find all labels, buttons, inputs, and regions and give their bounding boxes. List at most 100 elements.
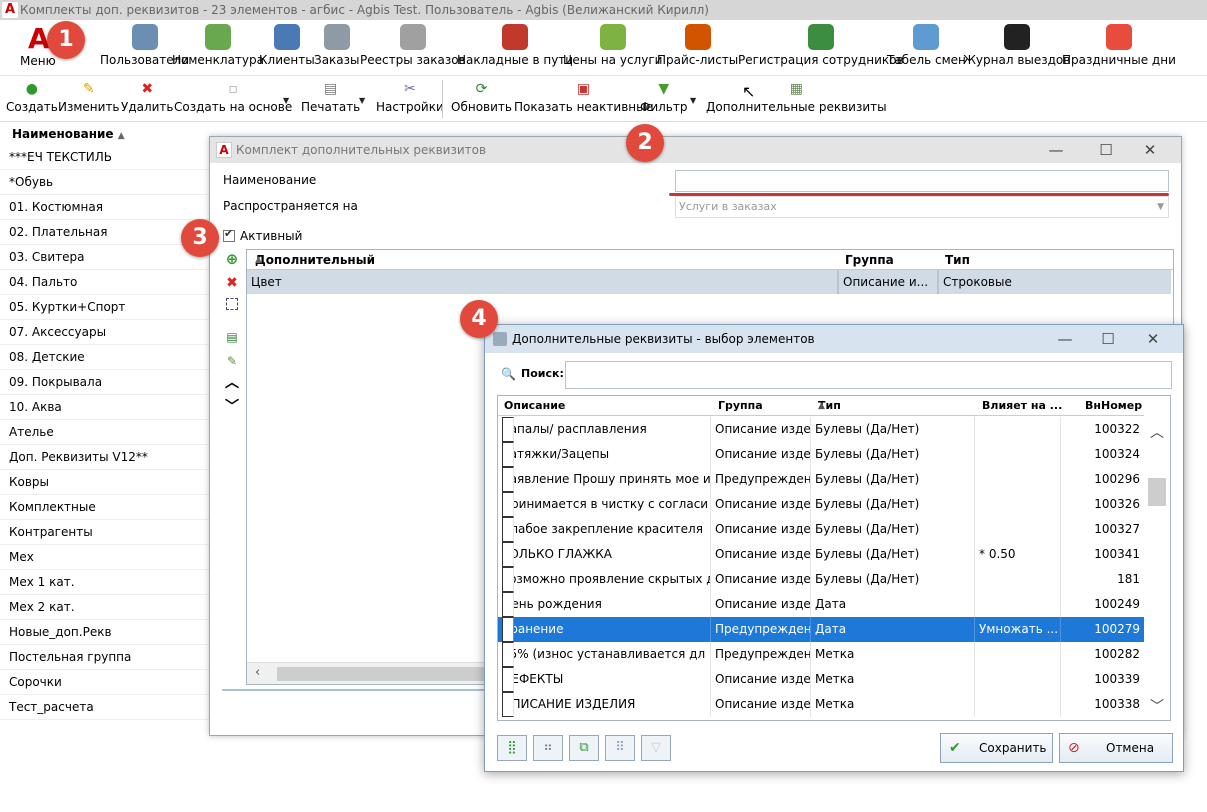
vertical-scrollbar[interactable]: ︿ ﹀ xyxy=(1144,416,1170,720)
minimize-icon[interactable]: — xyxy=(1045,326,1085,352)
row-checkbox[interactable] xyxy=(502,442,514,467)
list-item[interactable]: Тест_расчета xyxy=(0,695,210,720)
settings-button[interactable]: ✂ Настройки xyxy=(376,80,444,114)
print-button[interactable]: ▤ Печатать xyxy=(301,80,360,114)
table-row[interactable]: 75% (износ устанавливается дл Предупрежде… xyxy=(498,642,1144,667)
filter-dropdown-icon[interactable]: ▼ xyxy=(690,96,696,105)
ribbon-item-1[interactable]: Номенклатура xyxy=(172,24,264,74)
ribbon-item-9[interactable]: Табель смен xyxy=(887,24,966,74)
scroll-left-icon[interactable]: ‹ xyxy=(255,665,260,680)
list-item[interactable]: Новые_доп.Рекв xyxy=(0,620,210,645)
delete-button[interactable]: ✖ Удалить xyxy=(121,80,174,114)
list-item[interactable]: 10. Аква xyxy=(0,395,210,420)
ribbon-item-2[interactable]: Клиенты xyxy=(259,24,315,74)
row-checkbox[interactable] xyxy=(502,617,514,642)
group-select-icon[interactable]: ⠿ xyxy=(605,735,635,761)
row-checkbox[interactable] xyxy=(502,542,514,567)
row-checkbox[interactable] xyxy=(502,567,514,592)
name-field[interactable] xyxy=(675,170,1169,192)
edit-button[interactable]: ✎ Изменить xyxy=(58,80,120,114)
list-item[interactable]: 08. Детские xyxy=(0,345,210,370)
save-button[interactable]: ✔ Сохранить xyxy=(940,733,1053,763)
invert-selection-icon[interactable]: ⧉ xyxy=(569,735,599,761)
list-item[interactable]: *Обувь xyxy=(0,170,210,195)
scroll-thumb[interactable] xyxy=(277,667,497,681)
create-based-dropdown-icon[interactable]: ▼ xyxy=(283,96,289,105)
table-row[interactable]: Запалы/ расплавления Описание издел Булевы… xyxy=(498,417,1144,442)
close-icon[interactable]: ✕ xyxy=(1130,137,1170,163)
table-row[interactable]: ОПИСАНИЕ ИЗДЕЛИЯ Описание издел Метка 10033… xyxy=(498,692,1144,717)
list-item[interactable]: 03. Свитера xyxy=(0,245,210,270)
row-checkbox[interactable] xyxy=(502,667,514,692)
list-item[interactable]: 04. Пальто xyxy=(0,270,210,295)
delete-row-icon[interactable]: ✖ xyxy=(224,275,240,291)
ribbon-item-10[interactable]: Журнал выездов xyxy=(963,24,1070,74)
list-item[interactable]: 01. Костюмная xyxy=(0,195,210,220)
show-inactive-button[interactable]: ▣ Показать неактивные xyxy=(514,80,653,114)
maximize-icon[interactable]: ☐ xyxy=(1086,137,1126,163)
table-row[interactable]: возможно проявление скрытых д Описание из… xyxy=(498,567,1144,592)
scroll-down-icon[interactable]: ﹀ xyxy=(1150,696,1164,716)
list-item[interactable]: 07. Аксессуары xyxy=(0,320,210,345)
cancel-button[interactable]: ⊘ Отмена xyxy=(1059,733,1173,763)
table-row[interactable]: Принимается в чистку с согласи Описание и… xyxy=(498,492,1144,517)
maximize-icon[interactable]: ☐ xyxy=(1088,326,1128,352)
minimize-icon[interactable]: — xyxy=(1036,137,1076,163)
col-type-header[interactable]: Тип xyxy=(945,250,970,270)
list-item[interactable]: 02. Плательная xyxy=(0,220,210,245)
create-button[interactable]: ● Создать xyxy=(6,80,58,114)
ribbon-item-4[interactable]: Реестры заказов xyxy=(360,24,466,74)
edit-doc-icon[interactable]: ✎ xyxy=(224,353,240,369)
add-row-icon[interactable]: ⊕ xyxy=(224,251,240,267)
active-checkbox[interactable]: ✔ xyxy=(223,227,235,242)
list-item[interactable]: Доп. Реквизиты V12** xyxy=(0,445,210,470)
list-item[interactable]: Мех 2 кат. xyxy=(0,595,210,620)
ribbon-item-5[interactable]: Накладные в пути xyxy=(457,24,573,74)
table-row[interactable]: Затяжки/Зацепы Описание издел Булевы (Да/Н… xyxy=(498,442,1144,467)
row-checkbox[interactable] xyxy=(502,592,514,617)
list-header[interactable]: Наименование ▲ xyxy=(0,123,210,145)
list-item[interactable]: Ателье xyxy=(0,420,210,445)
scroll-up-icon[interactable]: ︿ xyxy=(1150,422,1164,442)
list-item[interactable]: Постельная группа xyxy=(0,645,210,670)
print-dropdown-icon[interactable]: ▼ xyxy=(359,96,365,105)
filter-button[interactable]: ▼ Фильтр xyxy=(640,80,687,114)
table-row[interactable]: День рождения Описание издел Дата 100249 xyxy=(498,592,1144,617)
move-up-icon[interactable]: ︿ xyxy=(224,375,240,391)
row-checkbox[interactable] xyxy=(502,517,514,542)
move-down-icon[interactable]: ﹀ xyxy=(224,399,240,415)
ribbon-item-3[interactable]: Заказы xyxy=(314,24,360,74)
table-row[interactable]: ДЕФЕКТЫ Описание издел Метка 100339 xyxy=(498,667,1144,692)
ribbon-item-8[interactable]: Регистрация сотрудников xyxy=(738,24,904,74)
search-input[interactable] xyxy=(565,361,1172,389)
ribbon-item-7[interactable]: Прайс-листы xyxy=(657,24,738,74)
uncheck-all-icon[interactable]: ⠶ xyxy=(533,735,563,761)
col-desc-header[interactable]: Описание xyxy=(504,396,565,416)
col-group-header[interactable]: Группа xyxy=(845,250,894,270)
row-checkbox[interactable] xyxy=(502,417,514,442)
row-checkbox[interactable] xyxy=(502,492,514,517)
table-row[interactable]: Цвет Описание и... Строковые xyxy=(247,270,1171,294)
add-doc-icon[interactable]: ▤ xyxy=(224,329,240,345)
ribbon-item-11[interactable]: Праздничные дни xyxy=(1062,24,1176,74)
table-row[interactable]: ТОЛЬКО ГЛАЖКА Описание издел Булевы (Да/Не… xyxy=(498,542,1144,567)
list-item[interactable]: Комплектные xyxy=(0,495,210,520)
list-item[interactable]: Мех 1 кат. xyxy=(0,570,210,595)
list-item[interactable]: Мех xyxy=(0,545,210,570)
extra-props-button[interactable]: ▦ Дополнительные реквизиты xyxy=(706,80,887,114)
list-item[interactable]: Ковры xyxy=(0,470,210,495)
col-num-header[interactable]: ВнНомер xyxy=(1085,396,1142,416)
row-checkbox[interactable] xyxy=(502,467,514,492)
list-item[interactable]: ***ЕЧ ТЕКСТИЛЬ xyxy=(0,145,210,170)
list-item[interactable]: 09. Покрывала xyxy=(0,370,210,395)
close-icon[interactable]: ✕ xyxy=(1133,326,1173,352)
create-based-button[interactable]: ▫ Создать на основе xyxy=(174,80,292,114)
col-affects-header[interactable]: Влияет на ... xyxy=(982,396,1062,416)
row-checkbox[interactable] xyxy=(502,692,514,717)
table-row[interactable]: Заявление Прошу принять мое и Предупрежде… xyxy=(498,467,1144,492)
row-checkbox[interactable] xyxy=(502,642,514,667)
applies-select[interactable]: Услуги в заказах ▼ xyxy=(675,196,1169,218)
list-item[interactable]: Сорочки xyxy=(0,670,210,695)
menu-button[interactable]: Меню xyxy=(20,54,56,70)
check-all-icon[interactable]: ⣿ xyxy=(497,735,527,761)
